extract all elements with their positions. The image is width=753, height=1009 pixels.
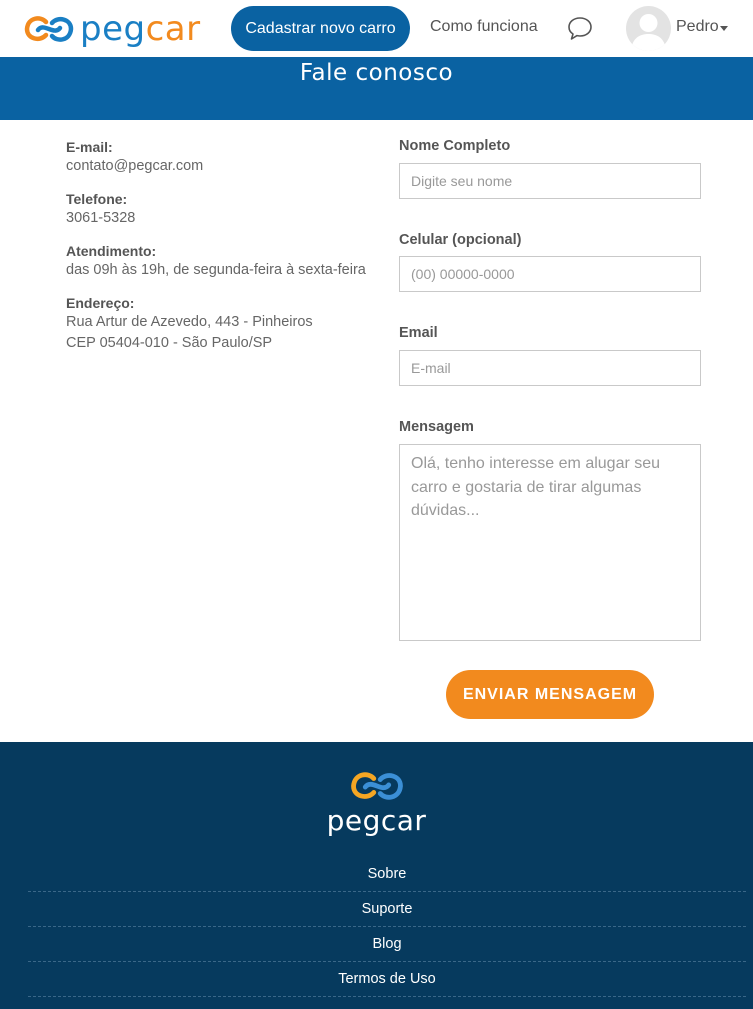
- footer-links: Sobre Suporte Blog Termos de Uso: [28, 857, 746, 997]
- user-avatar[interactable]: [626, 6, 671, 51]
- endereco-line-2: CEP 05404-010 - São Paulo/SP: [66, 335, 273, 351]
- logo-wordmark: pegcar: [80, 9, 201, 49]
- footer: pegcar Sobre Suporte Blog Termos de Uso: [0, 742, 753, 1009]
- email-input[interactable]: [399, 350, 701, 386]
- atendimento-info: Atendimento: das 09h às 19h, de segunda-…: [66, 242, 386, 281]
- mensagem-textarea[interactable]: [399, 444, 701, 641]
- chat-bubble-icon[interactable]: [567, 15, 593, 41]
- email-label: Email: [399, 325, 438, 341]
- email-info-value: contato@pegcar.com: [66, 158, 204, 174]
- pegcar-logo-icon: [350, 772, 403, 800]
- pegcar-logo[interactable]: pegcar: [24, 10, 201, 48]
- contact-info: E-mail: contato@pegcar.com Telefone: 306…: [66, 138, 386, 367]
- endereco-line-1: Rua Artur de Azevedo, 443 - Pinheiros: [66, 314, 313, 330]
- footer-link-sobre[interactable]: Sobre: [28, 857, 746, 892]
- celular-input[interactable]: [399, 256, 701, 292]
- user-menu-name[interactable]: Pedro: [676, 18, 719, 36]
- footer-link-suporte[interactable]: Suporte: [28, 892, 746, 927]
- como-funciona-link[interactable]: Como funciona: [430, 18, 538, 36]
- footer-link-blog[interactable]: Blog: [28, 927, 746, 962]
- chevron-down-icon[interactable]: [720, 26, 728, 31]
- page-title: Fale conosco: [299, 60, 454, 86]
- celular-label: Celular (opcional): [399, 232, 522, 248]
- cadastrar-carro-button[interactable]: Cadastrar novo carro: [231, 6, 410, 51]
- user-silhouette-icon: [631, 14, 666, 51]
- nome-input[interactable]: [399, 163, 701, 199]
- email-info: E-mail: contato@pegcar.com: [66, 138, 386, 177]
- telefone-info-value: 3061-5328: [66, 210, 136, 226]
- page-banner: Fale conosco: [0, 57, 753, 120]
- footer-link-termos[interactable]: Termos de Uso: [28, 962, 746, 997]
- nome-label: Nome Completo: [399, 138, 511, 154]
- telefone-info: Telefone: 3061-5328: [66, 190, 386, 229]
- endereco-info: Endereço: Rua Artur de Azevedo, 443 - Pi…: [66, 294, 386, 354]
- footer-logo-wordmark: pegcar: [326, 804, 427, 837]
- atendimento-info-label: Atendimento:: [66, 243, 157, 259]
- telefone-info-label: Telefone:: [66, 191, 128, 207]
- email-info-label: E-mail:: [66, 139, 113, 155]
- enviar-mensagem-button[interactable]: ENVIAR MENSAGEM: [446, 670, 654, 719]
- atendimento-info-value: das 09h às 19h, de segunda-feira à sexta…: [66, 262, 366, 278]
- endereco-info-label: Endereço:: [66, 295, 135, 311]
- top-navbar: pegcar Cadastrar novo carro Como funcion…: [0, 0, 753, 57]
- footer-logo[interactable]: pegcar: [0, 770, 753, 837]
- mensagem-label: Mensagem: [399, 419, 474, 435]
- pegcar-logo-icon: [24, 16, 74, 42]
